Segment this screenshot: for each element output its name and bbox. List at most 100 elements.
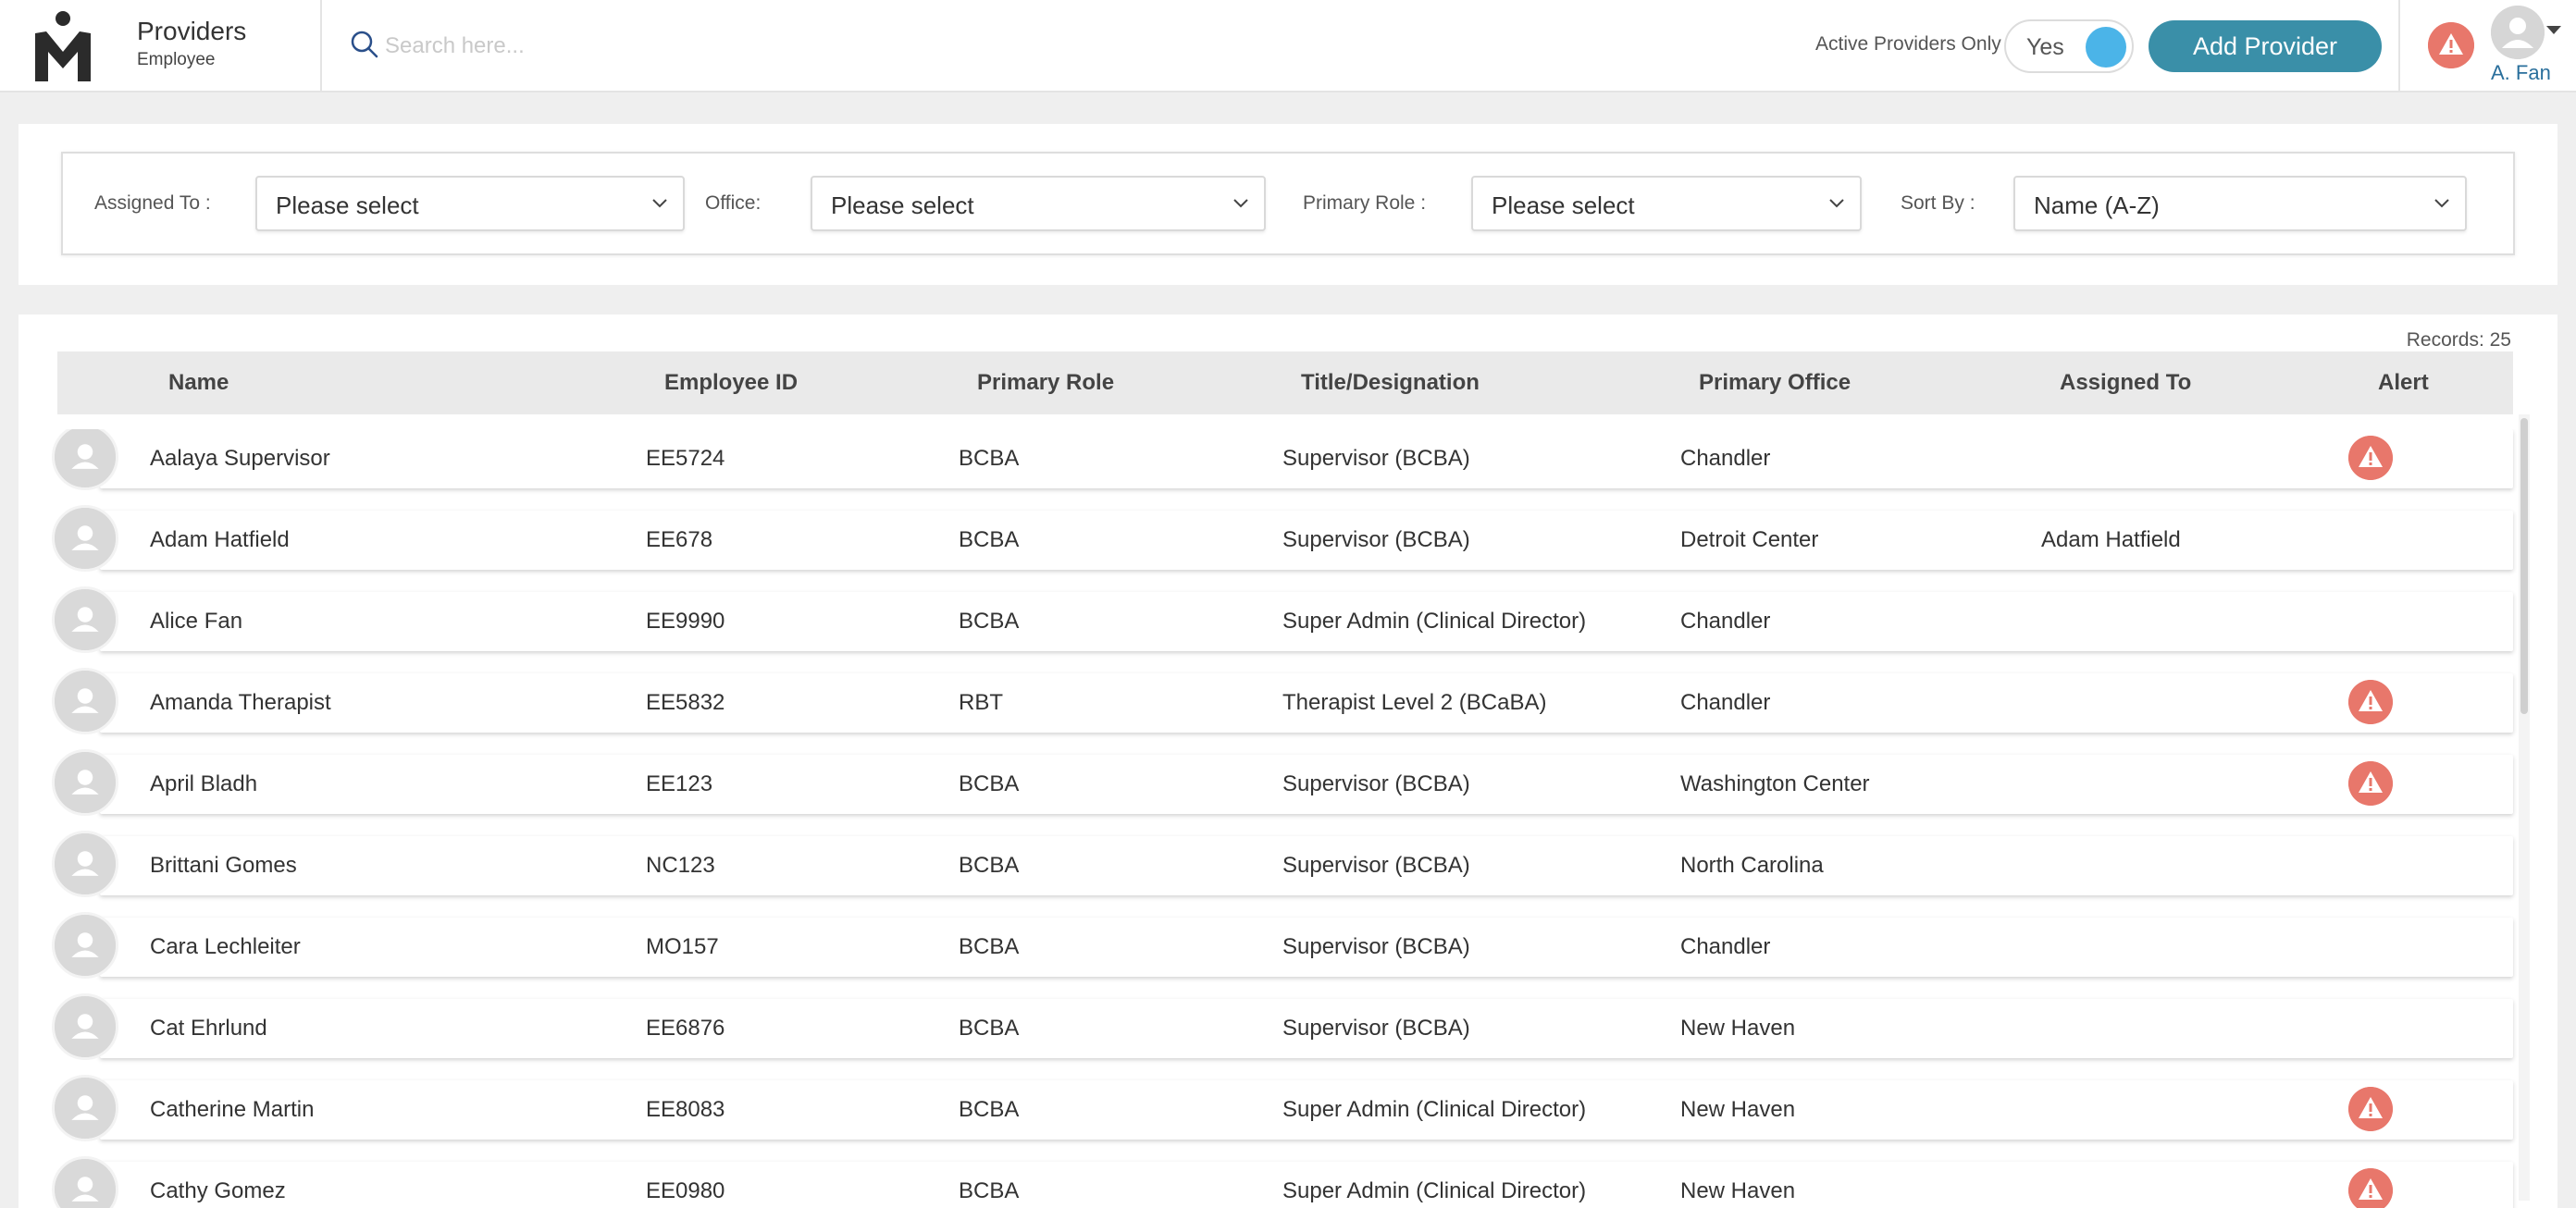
- cell-primary-role: BCBA: [959, 771, 1020, 796]
- alert-icon[interactable]: [2428, 22, 2474, 68]
- column-header-alert: Alert: [2378, 370, 2429, 395]
- cell-primary-role: BCBA: [959, 446, 1020, 471]
- page-subtitle: Employee: [137, 50, 216, 69]
- search-icon: [351, 31, 378, 58]
- provider-avatar-icon: [52, 1075, 118, 1141]
- cell-employee-id: EE8083: [646, 1097, 725, 1122]
- primary-role-select[interactable]: Please select: [1471, 176, 1862, 231]
- cell-employee-id: EE5724: [646, 446, 725, 471]
- records-count: Records: 25: [2406, 329, 2511, 351]
- table-row[interactable]: Adam Hatfield EE678 BCBA Supervisor (BCBA) D…: [19, 505, 2535, 592]
- column-header-title[interactable]: Title/Designation: [1301, 370, 1480, 396]
- column-header-employee-id[interactable]: Employee ID: [664, 370, 798, 396]
- office-label: Office:: [705, 192, 762, 214]
- sort-by-value: Name (A-Z): [2034, 191, 2160, 219]
- cell-title: Supervisor (BCBA): [1282, 934, 1470, 959]
- alert-icon[interactable]: [2348, 436, 2393, 480]
- user-menu-chevron-down-icon[interactable]: [2546, 26, 2561, 34]
- table-row[interactable]: Alice Fan EE9990 BCBA Super Admin (Clinical…: [19, 586, 2535, 673]
- provider-avatar-icon: [52, 912, 118, 979]
- sort-by-select[interactable]: Name (A-Z): [2013, 176, 2467, 231]
- providers-table-panel: Records: 25 Name Employee ID Primary Rol…: [19, 314, 2557, 1208]
- table-body: Aalaya Supervisor EE5724 BCBA Supervisor (B…: [19, 429, 2535, 1208]
- office-select[interactable]: Please select: [811, 176, 1266, 231]
- cell-name[interactable]: Aalaya Supervisor: [150, 446, 330, 472]
- add-provider-button[interactable]: Add Provider: [2149, 20, 2382, 72]
- cell-primary-role: BCBA: [959, 1016, 1020, 1041]
- alert-icon[interactable]: [2348, 680, 2393, 724]
- primary-role-value: Please select: [1492, 191, 1635, 219]
- active-providers-toggle[interactable]: Yes: [2004, 19, 2134, 73]
- search-input[interactable]: [385, 26, 1033, 67]
- cell-primary-role: BCBA: [959, 527, 1020, 552]
- cell-title: Super Admin (Clinical Director): [1282, 609, 1587, 634]
- filter-panel: Assigned To : Please select Office: Plea…: [19, 124, 2557, 285]
- top-header: Providers Employee Active Providers Only…: [0, 0, 2576, 92]
- cell-primary-office: Chandler: [1680, 446, 1771, 471]
- alert-icon[interactable]: [2348, 1168, 2393, 1208]
- chevron-down-icon: [1233, 199, 1248, 208]
- cell-name[interactable]: Cara Lechleiter: [150, 934, 301, 960]
- toggle-knob: [2086, 27, 2126, 68]
- cell-employee-id: MO157: [646, 934, 719, 959]
- table-header: Name Employee ID Primary Role Title/Desi…: [57, 351, 2513, 414]
- cell-primary-office: Chandler: [1680, 609, 1771, 634]
- cell-primary-office: New Haven: [1680, 1097, 1796, 1122]
- cell-primary-role: BCBA: [959, 1178, 1020, 1203]
- scrollbar-thumb[interactable]: [2520, 418, 2528, 714]
- cell-title: Therapist Level 2 (BCaBA): [1282, 690, 1547, 715]
- cell-title: Super Admin (Clinical Director): [1282, 1178, 1587, 1203]
- cell-primary-office: North Carolina: [1680, 853, 1824, 878]
- cell-name[interactable]: Alice Fan: [150, 609, 242, 635]
- table-row[interactable]: Amanda Therapist EE5832 RBT Therapist Level…: [19, 668, 2535, 755]
- cell-primary-role: RBT: [959, 690, 1003, 715]
- table-row[interactable]: Aalaya Supervisor EE5724 BCBA Supervisor (B…: [19, 429, 2535, 511]
- column-header-primary-role[interactable]: Primary Role: [977, 370, 1114, 396]
- provider-avatar-icon: [52, 586, 118, 653]
- app-logo-icon[interactable]: [33, 9, 93, 83]
- cell-name[interactable]: Adam Hatfield: [150, 527, 290, 553]
- cell-title: Supervisor (BCBA): [1282, 1016, 1470, 1041]
- user-name[interactable]: A. Fan: [2491, 61, 2551, 85]
- assigned-to-value: Please select: [276, 191, 419, 219]
- cell-name[interactable]: Brittani Gomes: [150, 853, 297, 879]
- assigned-to-label: Assigned To :: [94, 192, 211, 214]
- cell-primary-office: New Haven: [1680, 1016, 1796, 1041]
- cell-name[interactable]: Cat Ehrlund: [150, 1016, 267, 1042]
- table-row[interactable]: Catherine Martin EE8083 BCBA Super Admin (C…: [19, 1075, 2535, 1162]
- cell-employee-id: EE6876: [646, 1016, 725, 1041]
- table-row[interactable]: Cara Lechleiter MO157 BCBA Supervisor (BCBA…: [19, 912, 2535, 999]
- table-row[interactable]: April Bladh EE123 BCBA Supervisor (BCBA) Was…: [19, 749, 2535, 836]
- cell-primary-office: Detroit Center: [1680, 527, 1819, 552]
- chevron-down-icon: [1829, 199, 1844, 208]
- alert-icon[interactable]: [2348, 1087, 2393, 1131]
- cell-name[interactable]: Amanda Therapist: [150, 690, 331, 716]
- cell-title: Supervisor (BCBA): [1282, 527, 1470, 552]
- provider-avatar-icon: [52, 993, 118, 1060]
- cell-primary-office: New Haven: [1680, 1178, 1796, 1203]
- cell-name[interactable]: Catherine Martin: [150, 1097, 314, 1123]
- cell-assigned-to: Adam Hatfield: [2041, 527, 2181, 552]
- cell-employee-id: EE9990: [646, 609, 725, 634]
- chevron-down-icon: [2434, 199, 2449, 208]
- cell-title: Supervisor (BCBA): [1282, 853, 1470, 878]
- user-avatar-icon[interactable]: [2491, 6, 2545, 59]
- table-row[interactable]: Cat Ehrlund EE6876 BCBA Supervisor (BCBA) Ne…: [19, 993, 2535, 1080]
- alert-icon[interactable]: [2348, 761, 2393, 806]
- toggle-value: Yes: [2026, 34, 2064, 60]
- cell-primary-office: Washington Center: [1680, 771, 1870, 796]
- cell-employee-id: EE0980: [646, 1178, 725, 1203]
- cell-employee-id: NC123: [646, 853, 715, 878]
- provider-avatar-icon: [52, 668, 118, 734]
- cell-name[interactable]: Cathy Gomez: [150, 1178, 286, 1204]
- table-row[interactable]: Brittani Gomes NC123 BCBA Supervisor (BCBA)…: [19, 831, 2535, 918]
- column-header-name[interactable]: Name: [168, 370, 229, 396]
- cell-name[interactable]: April Bladh: [150, 771, 257, 797]
- assigned-to-select[interactable]: Please select: [255, 176, 685, 231]
- chevron-down-icon: [652, 199, 667, 208]
- table-row[interactable]: Cathy Gomez EE0980 BCBA Super Admin (Clinic…: [19, 1156, 2535, 1208]
- header-divider: [320, 0, 322, 92]
- column-header-assigned-to[interactable]: Assigned To: [2060, 370, 2191, 396]
- page-heading: Providers Employee: [137, 17, 246, 70]
- column-header-primary-office[interactable]: Primary Office: [1699, 370, 1851, 396]
